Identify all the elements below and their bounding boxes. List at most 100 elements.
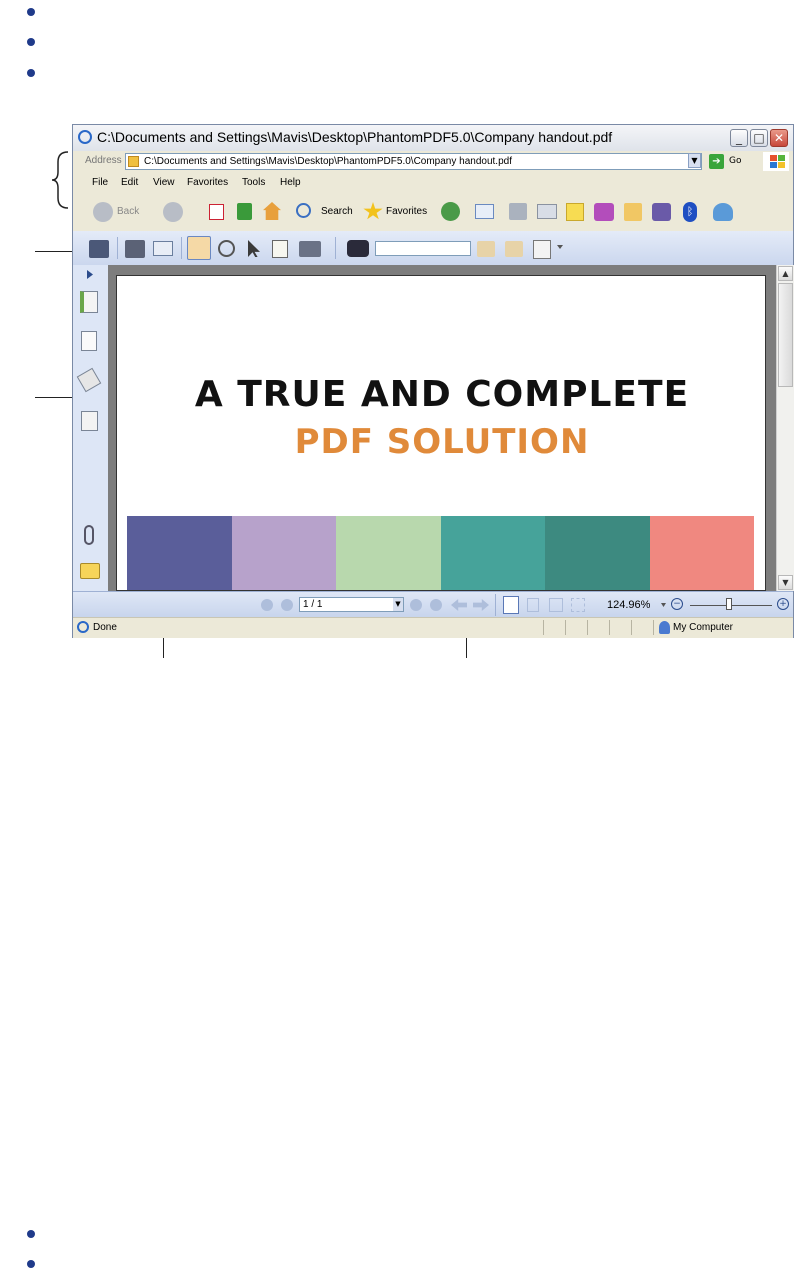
vertical-scrollbar[interactable]: ▲ ▼: [776, 265, 794, 591]
color-band-4: [440, 516, 545, 590]
favorites-star-icon[interactable]: [363, 202, 383, 220]
find-binoculars-icon[interactable]: [347, 240, 369, 257]
minimize-button[interactable]: _: [730, 129, 748, 147]
stop-icon[interactable]: [209, 204, 224, 220]
menu-bar: File Edit View Favorites Tools Help: [73, 173, 793, 194]
toolbar-separator: [495, 594, 496, 616]
comments-icon[interactable]: [80, 563, 100, 579]
previous-page-icon[interactable]: [281, 599, 293, 611]
first-page-icon[interactable]: [261, 599, 273, 611]
chevron-down-icon[interactable]: [557, 245, 563, 249]
search-button[interactable]: Search: [321, 206, 353, 217]
previous-view-icon[interactable]: [451, 599, 467, 611]
page-indicator: 1 / 1: [303, 599, 323, 610]
find-next-icon[interactable]: [505, 241, 523, 257]
single-page-icon[interactable]: [503, 596, 519, 614]
snapshot-icon[interactable]: [299, 241, 321, 257]
layers-icon[interactable]: [76, 367, 102, 393]
zoom-tool-icon[interactable]: [218, 240, 235, 257]
address-input[interactable]: C:\Documents and Settings\Mavis\Desktop\…: [125, 153, 702, 170]
last-page-icon[interactable]: [430, 599, 442, 611]
annotation-line-toolbar: [35, 251, 73, 252]
windows-logo-icon: [763, 152, 789, 171]
chevron-down-icon[interactable]: [661, 603, 666, 607]
go-button[interactable]: Go: [729, 156, 741, 166]
zoom-in-button[interactable]: +: [777, 598, 789, 610]
close-button[interactable]: ✕: [770, 129, 788, 147]
save-icon[interactable]: [89, 240, 109, 258]
scroll-down-button[interactable]: ▼: [778, 575, 793, 590]
menu-help[interactable]: Help: [280, 177, 301, 188]
bluetooth-icon[interactable]: ᛒ: [683, 202, 697, 222]
menu-view[interactable]: View: [153, 177, 175, 188]
scroll-up-button[interactable]: ▲: [778, 266, 793, 281]
status-text: Done: [93, 622, 117, 633]
bookmarks-icon[interactable]: [80, 291, 98, 313]
maximize-button[interactable]: □: [750, 129, 768, 147]
address-dropdown-button[interactable]: ▼: [688, 153, 701, 168]
back-button[interactable]: Back: [117, 206, 139, 217]
menu-edit[interactable]: Edit: [121, 177, 138, 188]
menu-tools[interactable]: Tools: [242, 177, 265, 188]
favorites-button[interactable]: Favorites: [386, 206, 427, 217]
computer-zone-icon: [659, 621, 670, 634]
page-number-input[interactable]: 1 / 1: [299, 597, 404, 612]
status-bar: Done My Computer: [73, 617, 793, 638]
page-dropdown-button[interactable]: ▼: [393, 598, 403, 611]
print-icon[interactable]: [509, 203, 527, 220]
email-icon[interactable]: [153, 241, 173, 256]
zoom-level[interactable]: 124.96%: [607, 599, 650, 611]
menu-file[interactable]: File: [92, 177, 108, 188]
contacts-icon[interactable]: [713, 203, 733, 221]
annotation-brace: [51, 151, 69, 209]
forward-arrow-icon[interactable]: [163, 202, 183, 222]
status-divider: [653, 620, 654, 635]
next-view-icon[interactable]: [473, 599, 489, 611]
ie-icon: [78, 130, 92, 144]
back-arrow-icon[interactable]: [93, 202, 113, 222]
title-bar: C:\Documents and Settings\Mavis\Desktop\…: [73, 125, 793, 152]
signatures-icon[interactable]: [81, 411, 98, 431]
pages-icon[interactable]: [81, 331, 97, 351]
document-viewer[interactable]: A TRUE AND COMPLETE PDF SOLUTION: [108, 265, 776, 591]
select-arrow-icon[interactable]: [248, 240, 260, 257]
next-page-icon[interactable]: [410, 599, 422, 611]
continuous-icon[interactable]: [527, 598, 539, 612]
document-options-icon[interactable]: [533, 240, 551, 259]
go-arrow-icon[interactable]: ➔: [709, 154, 724, 169]
zoom-out-button[interactable]: −: [671, 598, 683, 610]
refresh-icon[interactable]: [237, 203, 252, 220]
bullet: [27, 1260, 35, 1268]
home-icon[interactable]: [263, 202, 281, 220]
messenger-icon[interactable]: [594, 203, 614, 221]
notes-icon[interactable]: [566, 203, 584, 221]
toolbar-separator: [181, 237, 182, 259]
mail-icon[interactable]: [475, 204, 494, 219]
continuous-facing-icon[interactable]: [571, 598, 585, 612]
status-divider: [587, 620, 588, 635]
attachments-paperclip-icon[interactable]: [84, 525, 94, 545]
bullet: [27, 38, 35, 46]
expand-arrow-icon[interactable]: [87, 270, 93, 279]
menu-favorites[interactable]: Favorites: [187, 177, 228, 188]
search-icon[interactable]: [296, 203, 311, 218]
print-icon[interactable]: [125, 240, 145, 258]
zoom-slider-handle[interactable]: [725, 598, 732, 610]
facing-icon[interactable]: [549, 598, 563, 612]
page-navigation-bar: 1 / 1 ▼ 124.96% − +: [73, 591, 793, 618]
color-band-6: [649, 516, 754, 590]
status-divider: [565, 620, 566, 635]
status-divider: [631, 620, 632, 635]
edit-icon[interactable]: [537, 204, 557, 219]
pdf-page[interactable]: A TRUE AND COMPLETE PDF SOLUTION: [116, 275, 766, 591]
status-divider: [609, 620, 610, 635]
find-input[interactable]: [375, 241, 471, 256]
scroll-thumb[interactable]: [778, 283, 793, 387]
tools-icon[interactable]: [652, 203, 671, 221]
history-icon[interactable]: [441, 202, 460, 221]
text-select-icon[interactable]: [272, 240, 288, 258]
address-bar: Address C:\Documents and Settings\Mavis\…: [73, 151, 793, 174]
hand-tool-icon[interactable]: [187, 236, 211, 260]
find-previous-icon[interactable]: [477, 241, 495, 257]
research-icon[interactable]: [624, 203, 642, 221]
